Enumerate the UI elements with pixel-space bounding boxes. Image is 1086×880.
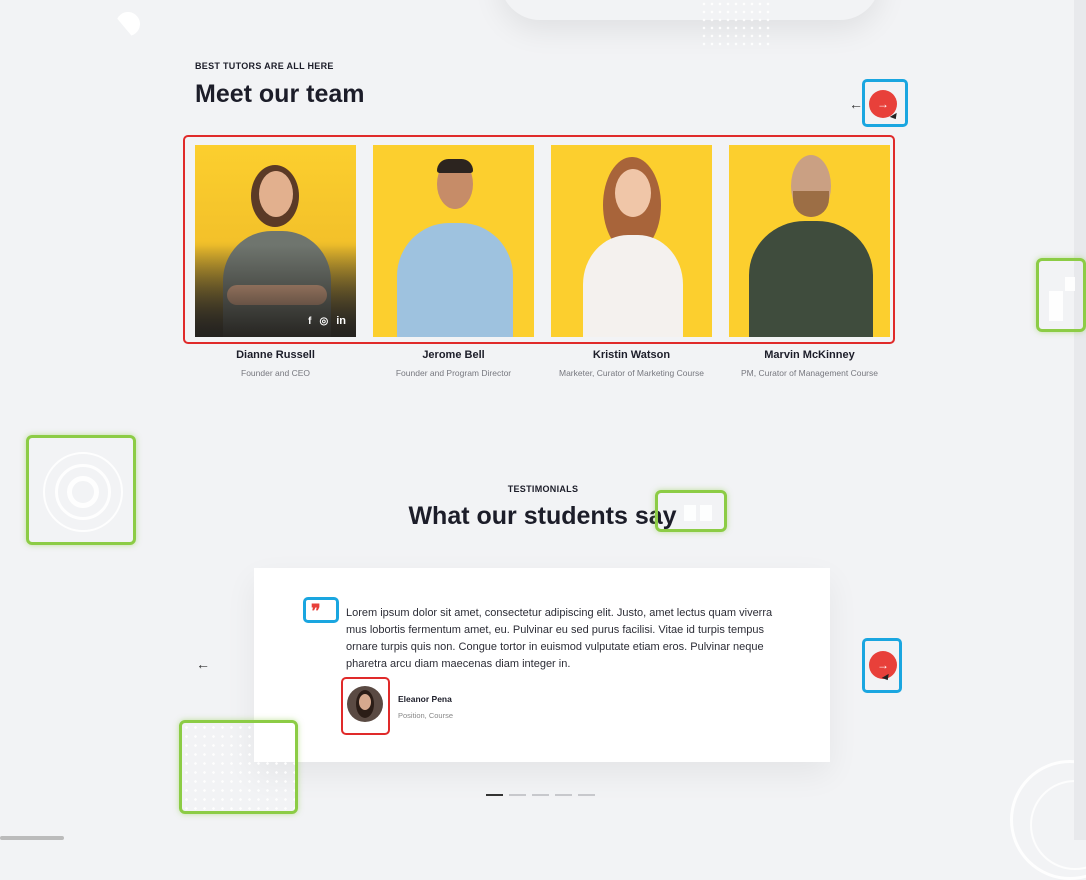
- annotation-decor-rings: [26, 435, 136, 545]
- portrait-photo: [735, 155, 885, 337]
- decorative-moon-shape: [111, 7, 145, 41]
- page-scrollbar[interactable]: [1074, 0, 1086, 840]
- member-name: Kristin Watson: [592, 349, 671, 361]
- annotation-decor-right: [1036, 258, 1086, 332]
- member-name: Jerome Bell: [422, 349, 485, 361]
- testimonial-text: Lorem ipsum dolor sit amet, consectetur …: [346, 607, 773, 670]
- testimonial-prev-button[interactable]: ←: [196, 657, 210, 671]
- portrait-photo: [557, 155, 707, 337]
- testimonial-author-role: Position, Course: [398, 711, 454, 720]
- horizontal-scrollbar[interactable]: [0, 836, 64, 840]
- team-prev-button[interactable]: ←: [849, 97, 863, 111]
- member-name: Dianne Russell: [236, 349, 315, 361]
- annotation-quote-icon: [303, 597, 339, 623]
- testimonial-next-button[interactable]: →: [869, 651, 897, 679]
- member-role: Marketer, Curator of Marketing Course: [558, 368, 705, 378]
- facebook-icon[interactable]: f: [308, 316, 311, 327]
- pager-dot[interactable]: [555, 794, 572, 796]
- member-role: PM, Curator of Management Course: [740, 368, 878, 378]
- arrow-right-icon: →: [877, 97, 889, 111]
- top-decorative-shadow: [500, 0, 880, 20]
- team-card-marvin[interactable]: [729, 145, 890, 337]
- testimonial-pager: [486, 794, 595, 796]
- portrait-photo: [379, 155, 529, 337]
- testimonials-title: What our students say: [408, 502, 677, 530]
- decorative-dots: [700, 0, 770, 46]
- arrow-right-icon: →: [877, 658, 889, 672]
- testimonials-eyebrow: TESTIMONIALS: [507, 484, 579, 494]
- member-role: Founder and CEO: [241, 368, 310, 378]
- annotation-decor-dots: [179, 720, 298, 814]
- arrow-left-icon: ←: [849, 96, 863, 112]
- pager-dot[interactable]: [486, 794, 503, 796]
- pager-dot[interactable]: [532, 794, 549, 796]
- team-title: Meet our team: [195, 80, 365, 108]
- testimonial-author: Eleanor Pena: [398, 694, 452, 704]
- member-role: Founder and Program Director: [395, 368, 512, 378]
- instagram-icon[interactable]: ◎: [319, 316, 328, 327]
- quote-icon: ❜❜: [311, 601, 321, 621]
- pager-dot[interactable]: [578, 794, 595, 796]
- annotation-decor-quote: [655, 490, 727, 532]
- pager-dot[interactable]: [509, 794, 526, 796]
- team-card-dianne[interactable]: f ◎ in: [195, 145, 356, 337]
- linkedin-icon[interactable]: in: [336, 315, 346, 327]
- team-card-jerome[interactable]: [373, 145, 534, 337]
- member-name: Marvin McKinney: [764, 349, 855, 361]
- team-eyebrow: BEST TUTORS ARE ALL HERE: [195, 61, 334, 71]
- team-card-kristin[interactable]: [551, 145, 712, 337]
- avatar: [347, 686, 383, 722]
- arrow-left-icon: ←: [196, 656, 210, 672]
- social-links: f ◎ in: [308, 315, 346, 327]
